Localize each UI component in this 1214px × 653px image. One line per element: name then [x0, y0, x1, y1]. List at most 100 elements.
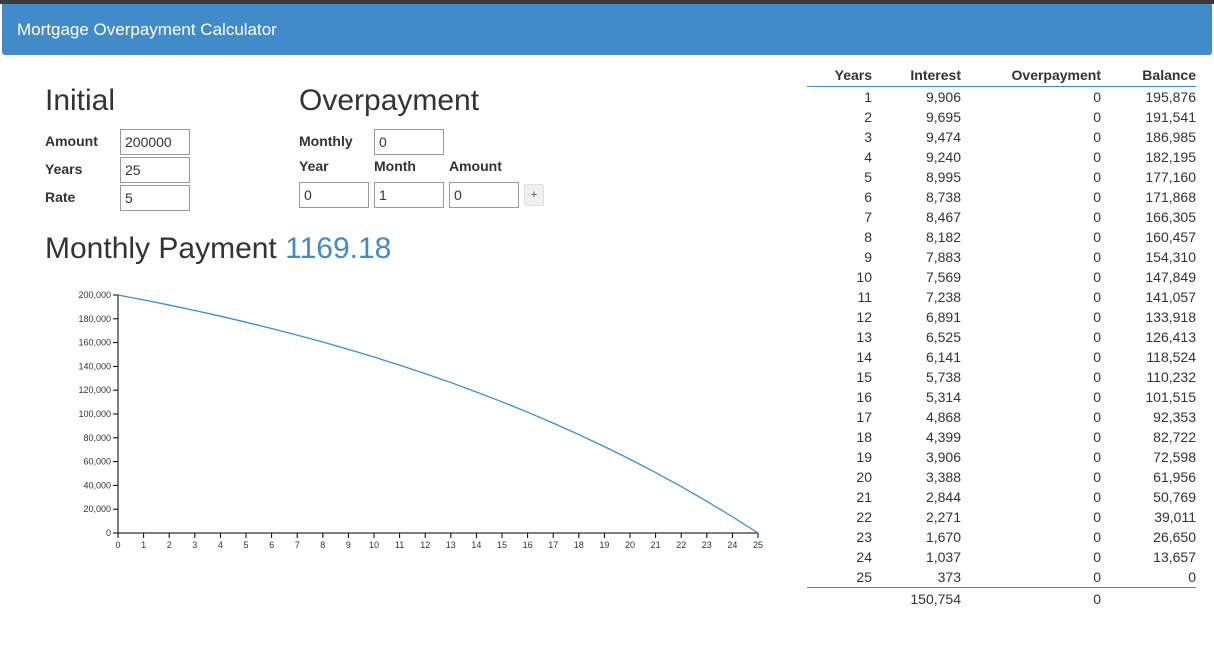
cell-balance: 118,524	[1146, 349, 1196, 365]
monthly-overpayment-label: Monthly	[299, 133, 353, 149]
x-tick-label: 21	[651, 540, 661, 550]
cell-interest: 2,271	[925, 509, 961, 525]
cell-year: 12	[856, 309, 872, 325]
table-row: 21 2,844 0 50,769	[807, 487, 1196, 507]
cell-interest: 8,738	[925, 189, 961, 205]
x-tick-label: 19	[599, 540, 609, 550]
cell-balance: 0	[1188, 569, 1196, 585]
cell-balance: 195,876	[1145, 89, 1196, 105]
table-totals-row: 150,754 0	[807, 587, 1196, 609]
table-row: 18 4,399 0 82,722	[807, 427, 1196, 447]
cell-overpayment: 0	[1093, 549, 1101, 565]
cell-balance: 61,956	[1153, 469, 1196, 485]
rate-input[interactable]	[120, 185, 190, 211]
y-tick-label: 40,000	[83, 480, 111, 490]
amount-label: Amount	[45, 133, 98, 149]
table-row: 6 8,738 0 171,868	[807, 187, 1196, 207]
x-tick-label: 2	[167, 540, 172, 550]
table-row: 7 8,467 0 166,305	[807, 207, 1196, 227]
cell-balance: 101,515	[1145, 389, 1196, 405]
initial-heading: Initial	[45, 84, 116, 117]
y-tick-label: 0	[106, 528, 111, 538]
y-tick-label: 100,000	[78, 409, 111, 419]
x-tick-label: 13	[446, 540, 456, 550]
cell-overpayment: 0	[1093, 89, 1101, 105]
cell-year: 19	[856, 449, 872, 465]
table-row: 11 7,238 0 141,057	[807, 287, 1196, 307]
cell-interest: 5,314	[925, 389, 961, 405]
cell-balance: 166,305	[1145, 209, 1196, 225]
y-tick-label: 20,000	[83, 504, 111, 514]
monthly-payment-value: 1169.18	[285, 232, 392, 265]
cell-balance: 191,541	[1145, 109, 1196, 125]
app-title[interactable]: Mortgage Overpayment Calculator	[17, 20, 277, 40]
balance-line	[117, 294, 759, 534]
cell-interest: 7,883	[925, 249, 961, 265]
cell-overpayment: 0	[1093, 249, 1101, 265]
x-tick-label: 16	[523, 540, 533, 550]
overpayment-year-label: Year	[299, 158, 329, 174]
x-tick-label: 15	[497, 540, 507, 550]
monthly-overpayment-input[interactable]	[374, 129, 444, 155]
years-input[interactable]	[120, 157, 190, 183]
x-tick-label: 22	[676, 540, 686, 550]
overpayment-amount-label: Amount	[449, 158, 502, 174]
x-tick-label: 1	[141, 540, 146, 550]
cell-year: 13	[856, 329, 872, 345]
cell-interest: 9,695	[925, 109, 961, 125]
cell-balance: 13,657	[1153, 549, 1196, 565]
y-tick-label: 120,000	[78, 385, 111, 395]
y-tick-label: 200,000	[78, 290, 111, 300]
rate-label: Rate	[45, 189, 76, 205]
cell-overpayment: 0	[1093, 449, 1101, 465]
cell-overpayment: 0	[1093, 169, 1101, 185]
monthly-payment: Monthly Payment 1169.18	[45, 232, 391, 266]
cell-interest: 6,891	[925, 309, 961, 325]
table-row: 5 8,995 0 177,160	[807, 167, 1196, 187]
col-header-overpayment: Overpayment	[961, 64, 1101, 87]
total-overpayment: 0	[961, 587, 1101, 609]
cell-balance: 26,650	[1153, 529, 1196, 545]
table-row: 10 7,569 0 147,849	[807, 267, 1196, 287]
col-header-years: Years	[807, 64, 872, 87]
cell-interest: 7,238	[925, 289, 961, 305]
y-tick-label: 180,000	[78, 314, 111, 324]
x-tick-label: 20	[625, 540, 635, 550]
x-tick-label: 23	[702, 540, 712, 550]
amount-input[interactable]	[120, 129, 190, 155]
x-tick-label: 6	[269, 540, 274, 550]
cell-year: 11	[857, 289, 872, 305]
table-row: 15 5,738 0 110,232	[807, 367, 1196, 387]
cell-interest: 9,906	[925, 89, 961, 105]
cell-balance: 50,769	[1153, 489, 1196, 505]
x-tick-label: 4	[218, 540, 223, 550]
table-row: 23 1,670 0 26,650	[807, 527, 1196, 547]
table-row: 24 1,037 0 13,657	[807, 547, 1196, 567]
cell-year: 7	[864, 209, 872, 225]
overpayment-month-input[interactable]	[374, 182, 444, 208]
add-overpayment-button[interactable]: +	[524, 184, 544, 206]
cell-overpayment: 0	[1093, 289, 1101, 305]
cell-year: 4	[864, 149, 872, 165]
cell-year: 8	[864, 229, 872, 245]
cell-year: 25	[856, 569, 872, 585]
table-row: 14 6,141 0 118,524	[807, 347, 1196, 367]
x-tick-label: 18	[574, 540, 584, 550]
cell-balance: 182,195	[1145, 149, 1196, 165]
cell-overpayment: 0	[1093, 189, 1101, 205]
x-tick-label: 12	[420, 540, 430, 550]
cell-interest: 6,141	[925, 349, 961, 365]
cell-balance: 186,985	[1145, 129, 1196, 145]
cell-interest: 1,670	[925, 529, 961, 545]
cell-balance: 160,457	[1145, 229, 1196, 245]
table-row: 16 5,314 0 101,515	[807, 387, 1196, 407]
overpayment-year-input[interactable]	[299, 182, 369, 208]
overpayment-amount-input[interactable]	[449, 182, 519, 208]
cell-overpayment: 0	[1093, 229, 1101, 245]
cell-year: 2	[864, 109, 872, 125]
cell-balance: 92,353	[1153, 409, 1196, 425]
table-row: 1 9,906 0 195,876	[807, 87, 1196, 108]
cell-interest: 1,037	[925, 549, 961, 565]
y-tick-label: 160,000	[78, 338, 111, 348]
table-row: 9 7,883 0 154,310	[807, 247, 1196, 267]
